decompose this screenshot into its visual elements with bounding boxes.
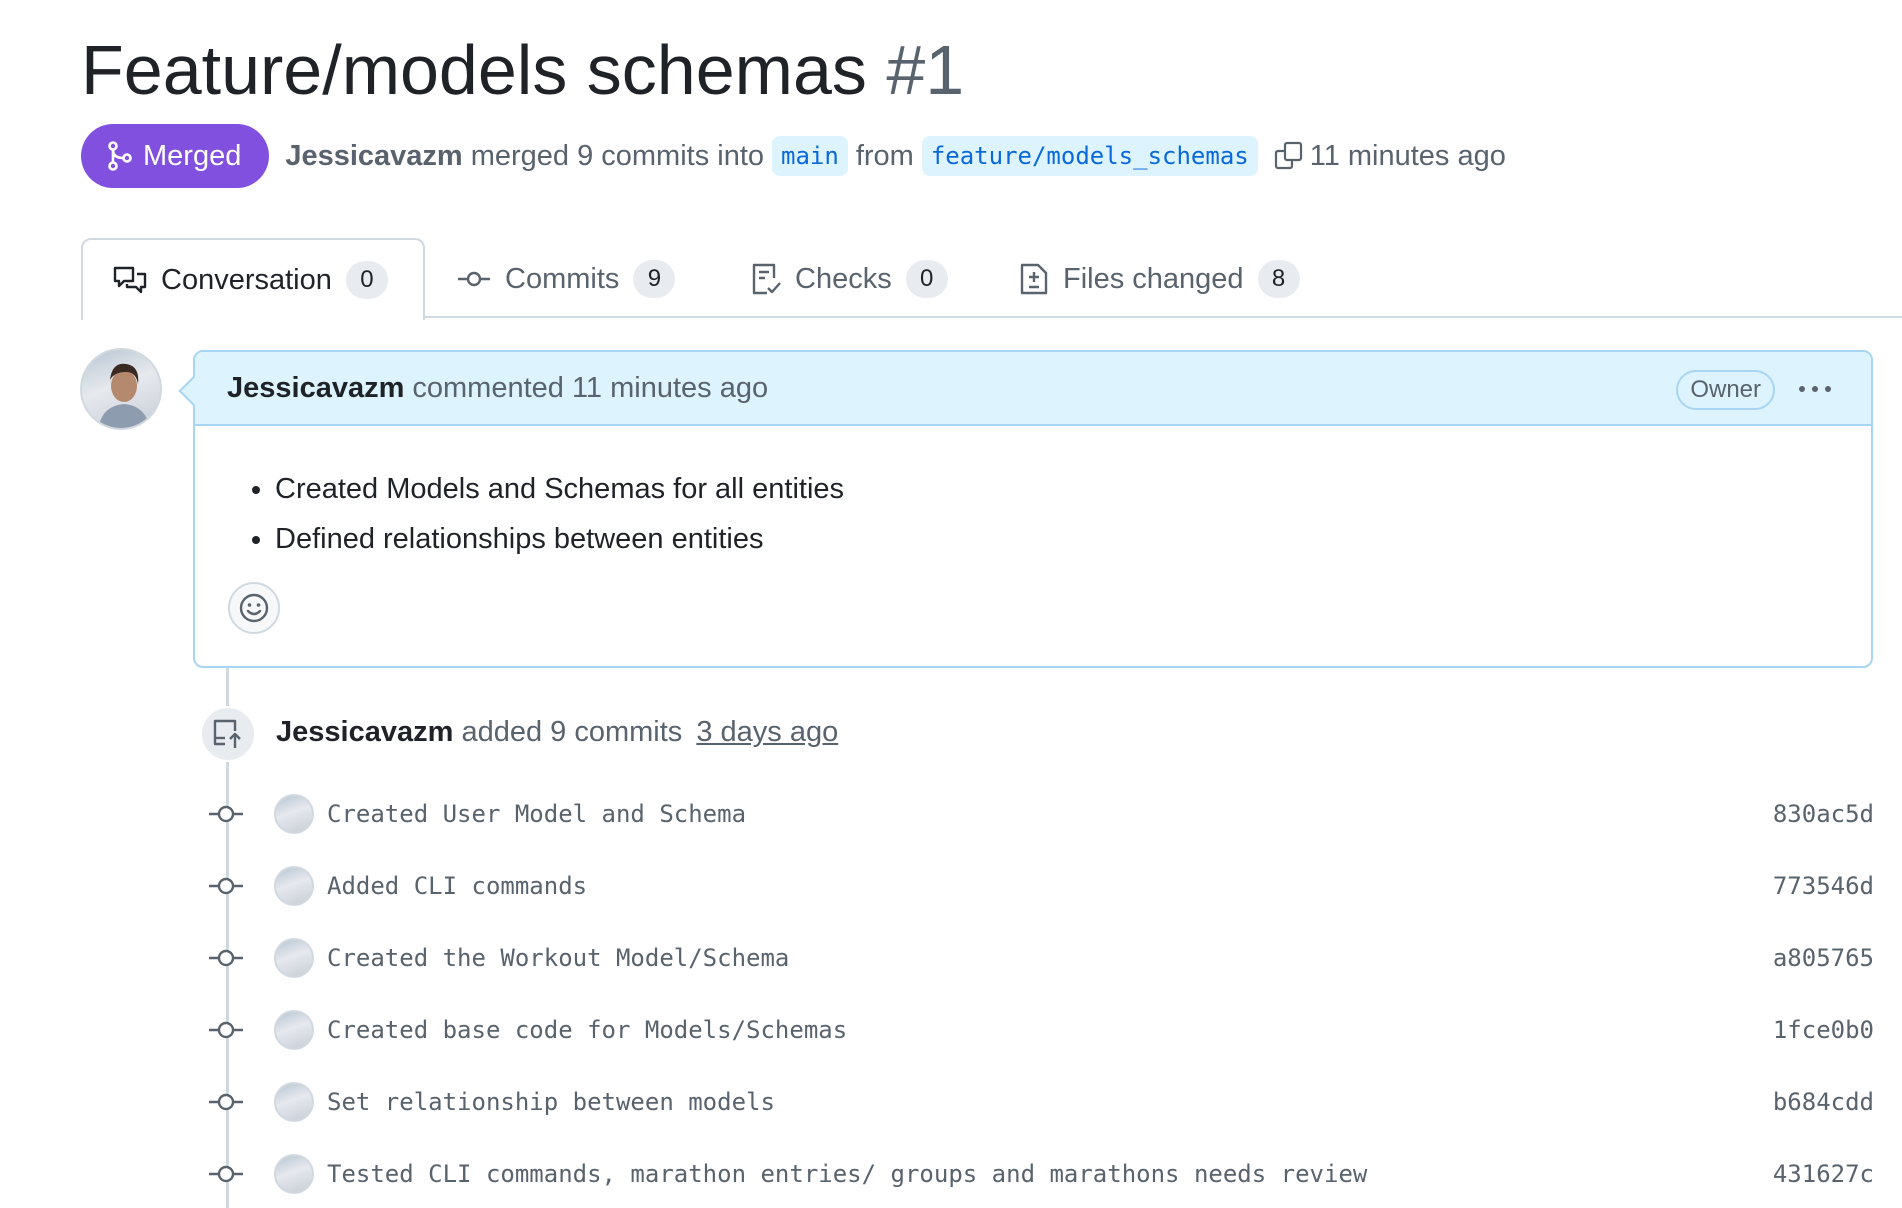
git-merge-icon [108, 141, 132, 171]
pr-meta: Merged Jessicavazm merged 9 commits into… [81, 124, 1506, 188]
git-commit-icon [209, 949, 243, 967]
commit-row: Added CLI commands 773546d [208, 862, 1874, 910]
file-diff-icon [1020, 263, 1048, 295]
commit-sha-link[interactable]: a805765 [1773, 940, 1874, 976]
comment-header: Jessicavazm commented 11 minutes ago Own… [195, 352, 1871, 426]
repo-push-icon [200, 706, 256, 762]
git-commit-icon [209, 1165, 243, 1183]
commit-row: Tested CLI commands, marathon entries/ g… [208, 1150, 1874, 1198]
pr-author-link[interactable]: Jessicavazm [285, 140, 462, 173]
push-author-link[interactable]: Jessicavazm [276, 716, 453, 748]
git-commit-icon [458, 271, 490, 287]
commit-row: Created User Model and Schema 830ac5d [208, 790, 1874, 838]
comment-body-item: Created Models and Schemas for all entit… [275, 464, 1871, 514]
tab-conversation-label: Conversation [161, 263, 332, 296]
git-commit-icon [209, 805, 243, 823]
tab-commits[interactable]: Commits 9 [457, 238, 676, 320]
commit-row: Set relationship between models b684cdd [208, 1078, 1874, 1126]
commit-sha-link[interactable]: 773546d [1773, 868, 1874, 904]
avatar-image [98, 363, 150, 428]
pr-number: #1 [886, 31, 965, 109]
comment-author-link[interactable]: Jessicavazm [227, 372, 404, 405]
owner-badge: Owner [1676, 370, 1775, 410]
kebab-horizontal-icon[interactable] [1797, 374, 1833, 412]
tab-checks-count: 0 [905, 260, 948, 298]
pr-title: Feature/models schemas #1 [81, 30, 964, 110]
add-reaction-button[interactable] [228, 582, 280, 634]
state-label: Merged [143, 139, 242, 172]
from-text: from [855, 139, 914, 172]
tab-checks[interactable]: Checks 0 [751, 238, 948, 320]
pr-tabs: Conversation 0 Commits 9 Checks 0 Files … [81, 238, 1902, 320]
tab-checks-label: Checks [795, 262, 892, 295]
comment-discussion-icon [113, 266, 147, 294]
comment-action: commented 11 minutes ago [412, 371, 769, 404]
checklist-icon [752, 263, 781, 295]
merged-state-badge: Merged [81, 124, 270, 188]
tab-files-changed-count: 8 [1257, 260, 1300, 298]
tab-files-changed-label: Files changed [1063, 262, 1244, 295]
commit-author-avatar[interactable] [274, 1154, 314, 1194]
copy-icon[interactable] [1274, 141, 1304, 171]
git-commit-icon [209, 1093, 243, 1111]
comment-body: Created Models and Schemas for all entit… [195, 426, 1871, 564]
pr-time-ago: 11 minutes ago [1309, 139, 1506, 172]
tab-commits-count: 9 [633, 260, 676, 298]
pr-title-text: Feature/models schemas [81, 31, 867, 109]
commit-author-avatar[interactable] [274, 1082, 314, 1122]
tab-conversation[interactable]: Conversation 0 [81, 238, 425, 320]
commit-message-link[interactable]: Tested CLI commands, marathon entries/ g… [327, 1156, 1367, 1192]
commit-sha-link[interactable]: b684cdd [1773, 1084, 1874, 1120]
push-time-link[interactable]: 3 days ago [696, 716, 838, 748]
commit-sha-link[interactable]: 830ac5d [1773, 796, 1874, 832]
push-event-text: Jessicavazm added 9 commits 3 days ago [276, 712, 838, 752]
commit-row: Created the Workout Model/Schema a805765 [208, 934, 1874, 982]
tab-files-changed[interactable]: Files changed 8 [1019, 238, 1300, 320]
base-branch-link[interactable]: main [772, 136, 848, 176]
git-commit-icon [209, 877, 243, 895]
comment-body-item: Defined relationships between entities [275, 514, 1871, 564]
pr-description-comment: Jessicavazm commented 11 minutes ago Own… [193, 350, 1873, 668]
push-action: added 9 commits [461, 716, 683, 748]
commit-author-avatar[interactable] [274, 866, 314, 906]
head-branch-link[interactable]: feature/models_schemas [921, 136, 1258, 176]
commit-author-avatar[interactable] [274, 794, 314, 834]
commit-message-link[interactable]: Created base code for Models/Schemas [327, 1012, 847, 1048]
author-avatar[interactable] [80, 348, 162, 430]
commit-message-link[interactable]: Added CLI commands [327, 868, 587, 904]
commit-sha-link[interactable]: 1fce0b0 [1773, 1012, 1874, 1048]
tab-commits-label: Commits [505, 262, 620, 295]
commit-author-avatar[interactable] [274, 1010, 314, 1050]
commit-sha-link[interactable]: 431627c [1773, 1156, 1874, 1192]
commit-message-link[interactable]: Set relationship between models [327, 1084, 775, 1120]
merged-text: merged 9 commits into [470, 139, 765, 172]
tab-conversation-count: 0 [345, 261, 388, 299]
commit-message-link[interactable]: Created the Workout Model/Schema [327, 940, 789, 976]
smiley-icon [239, 593, 269, 623]
commit-author-avatar[interactable] [274, 938, 314, 978]
commit-message-link[interactable]: Created User Model and Schema [327, 796, 746, 832]
git-commit-icon [209, 1021, 243, 1039]
commit-row: Created base code for Models/Schemas 1fc… [208, 1006, 1874, 1054]
